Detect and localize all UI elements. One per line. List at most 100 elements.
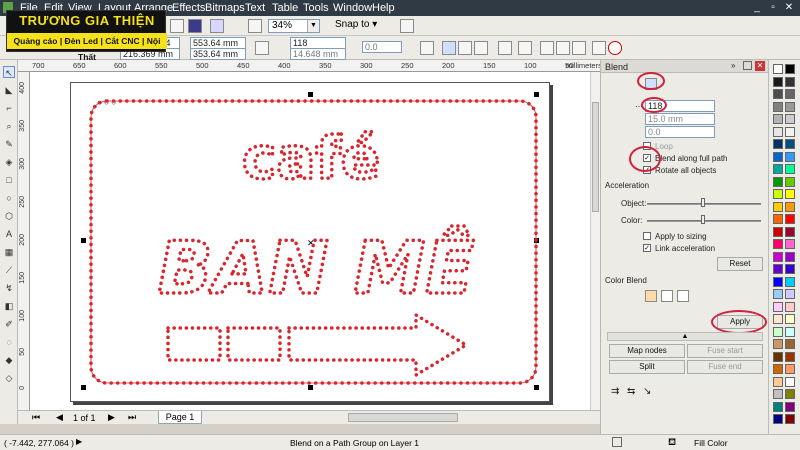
palette-swatch[interactable] [785,201,795,212]
direct-color-blend-icon[interactable] [645,290,657,302]
freehand-tool-icon[interactable]: ✎ [3,138,15,150]
text-tool-icon[interactable]: A [3,228,15,240]
ellipse-tool-icon[interactable]: ○ [3,192,15,204]
clockwise-blend-icon[interactable] [458,41,472,55]
start-end-properties-icon[interactable]: ⇉ [611,386,619,397]
menu-text[interactable]: Text [245,2,265,14]
end-object-icon[interactable] [556,41,570,55]
palette-swatch[interactable] [785,389,795,399]
palette-swatch[interactable] [773,151,783,162]
export-icon[interactable] [188,19,202,33]
polygon-tool-icon[interactable]: ⬡ [3,210,15,222]
palette-swatch[interactable] [785,139,795,149]
docker-minimize-icon[interactable] [743,61,752,70]
blend-rotation-field[interactable]: 0.0 [362,41,402,53]
status-menu-arrow-icon[interactable]: ▶ [76,437,82,446]
menu-effects[interactable]: Effects [172,2,205,14]
palette-swatch[interactable] [785,114,795,124]
palette-swatch[interactable] [773,226,783,237]
application-launcher-icon[interactable] [210,19,224,33]
palette-swatch[interactable] [773,164,783,174]
connector-tool-icon[interactable]: ↯ [3,282,15,294]
object-height-field[interactable]: 353.64 mm [190,48,246,60]
palette-swatch[interactable] [773,401,783,412]
palette-swatch[interactable] [785,251,795,262]
palette-swatch[interactable] [785,314,795,324]
palette-swatch[interactable] [773,376,783,387]
palette-swatch[interactable] [785,289,795,299]
expand-section-icon[interactable]: ▲ [607,332,763,341]
palette-swatch[interactable] [785,264,795,274]
page-tab[interactable]: Page 1 [158,411,202,424]
clockwise-color-blend-icon[interactable] [661,290,673,302]
rectangle-tool-icon[interactable]: □ [3,174,15,186]
palette-swatch[interactable] [773,264,783,274]
minimize-button[interactable]: _ [750,2,764,14]
palette-swatch[interactable] [773,76,783,87]
palette-swatch[interactable] [773,239,783,249]
menu-bitmaps[interactable]: Bitmaps [205,2,245,14]
palette-swatch[interactable] [785,301,795,312]
palette-swatch[interactable] [785,226,795,237]
import-icon[interactable] [170,19,184,33]
palette-swatch[interactable] [785,276,795,287]
artwork-svg[interactable]: ✕ ○ ○ ○ café BAN MÊ [71,83,551,403]
docker-rotation-field[interactable]: 0.0 [645,126,715,138]
palette-swatch[interactable] [773,389,783,399]
eyedropper-tool-icon[interactable]: ✐ [3,318,15,330]
crop-tool-icon[interactable]: ⌐ [3,102,15,114]
palette-swatch[interactable] [785,401,795,412]
palette-swatch[interactable] [785,414,795,424]
palette-swatch[interactable] [773,201,783,212]
loop-blend-icon[interactable] [420,41,434,55]
palette-swatch[interactable] [773,251,783,262]
box-middle[interactable] [226,326,282,362]
fill-swatch-icon[interactable] [612,437,622,447]
lock-ratio-icon[interactable] [255,41,269,55]
options-icon[interactable] [400,19,414,33]
split-button[interactable]: Split [609,360,685,374]
path-properties-icon[interactable] [572,41,586,55]
ban-me-text[interactable]: BAN MÊ [156,224,476,312]
box-left[interactable] [166,326,222,362]
fill-tool-icon[interactable]: ◆ [3,354,15,366]
direct-blend-icon[interactable] [442,41,456,55]
palette-swatch[interactable] [785,164,795,174]
table-tool-icon[interactable]: ▦ [3,246,15,258]
horizontal-scroll-thumb[interactable] [348,413,458,422]
menu-help[interactable]: Help [372,2,395,14]
docker-close-icon[interactable]: ✕ [755,61,765,71]
palette-swatch[interactable] [773,326,783,337]
object-acceleration-thumb[interactable] [701,198,705,207]
more-options-icon[interactable]: ↘ [643,386,651,397]
outline-tool-icon[interactable]: ◌ [3,336,15,348]
palette-swatch[interactable] [785,64,795,74]
palette-swatch[interactable] [785,176,795,187]
next-page-icon[interactable]: ▶ [108,412,115,423]
docker-spacing-field[interactable]: 15.0 mm [645,113,715,125]
selection-handle[interactable] [81,238,86,243]
palette-swatch[interactable] [773,89,783,99]
map-nodes-button[interactable]: Map nodes [609,344,685,358]
palette-swatch[interactable] [773,414,783,424]
selection-handle[interactable] [308,92,313,97]
close-button[interactable]: ✕ [782,2,796,14]
interactive-fill-icon[interactable]: ◇ [3,372,15,384]
palette-swatch[interactable] [773,214,783,224]
color-acceleration-thumb[interactable] [701,215,705,224]
palette-swatch[interactable] [773,339,783,349]
dimension-tool-icon[interactable]: ⟋ [3,264,15,276]
counter-clockwise-color-blend-icon[interactable] [677,290,689,302]
restore-button[interactable]: ▫ [766,2,780,14]
palette-swatch[interactable] [773,314,783,324]
copy-blend-icon[interactable] [592,41,606,55]
palette-swatch[interactable] [785,351,795,362]
menu-table[interactable]: Table [272,2,298,14]
selection-handle[interactable] [308,385,313,390]
palette-swatch[interactable] [785,364,795,374]
welcome-screen-icon[interactable] [248,19,262,33]
collapse-docker-icon[interactable]: » [731,61,735,70]
last-page-icon[interactable]: ⏭ [128,412,136,423]
palette-swatch[interactable] [785,214,795,224]
cafe-text[interactable]: café [240,122,382,194]
